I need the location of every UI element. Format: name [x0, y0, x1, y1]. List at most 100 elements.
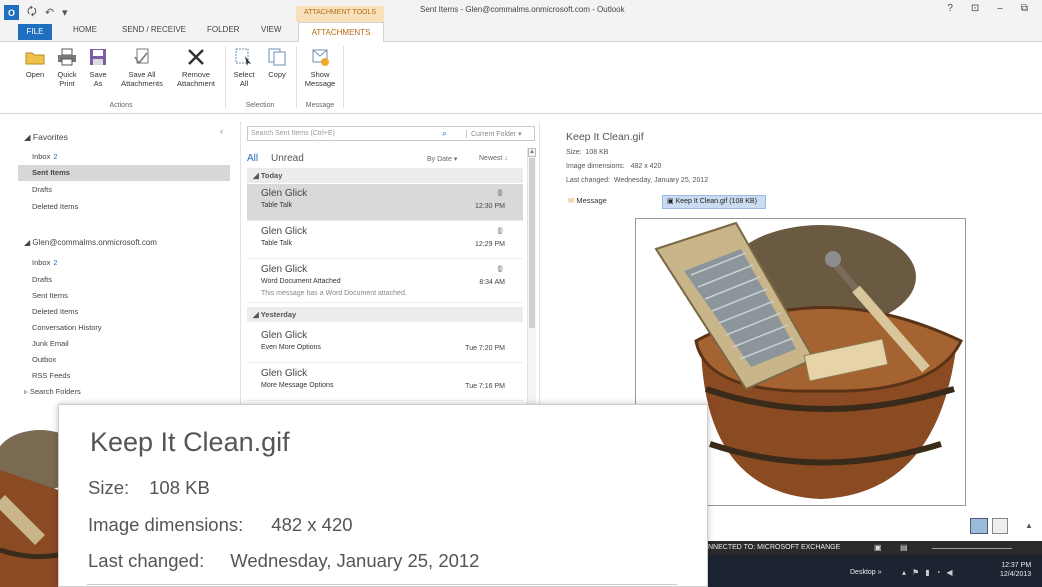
tab-folder[interactable]: FOLDER	[207, 25, 239, 34]
folder-rss-feeds[interactable]: RSS Feeds	[32, 371, 70, 380]
minimize-button[interactable]: –	[997, 3, 1003, 14]
folder-label: Sent Items	[32, 168, 70, 177]
sort-by-dropdown[interactable]: By Date ▾	[427, 155, 457, 163]
folder-drafts[interactable]: Drafts	[32, 275, 52, 284]
save-disk-icon	[87, 46, 109, 68]
folder-label: Deleted Items	[32, 307, 79, 316]
message-sender: Glen Glick	[261, 368, 308, 379]
group-label: Today	[260, 171, 283, 180]
save-all-label-2: Attachments	[121, 79, 163, 88]
folder-junk-email[interactable]: Junk Email	[32, 339, 69, 348]
system-tray-icons[interactable]: ▴⚑▮◔◀	[902, 568, 959, 577]
open-button[interactable]: Open	[22, 46, 48, 79]
tab-attachments[interactable]: ATTACHMENTS	[298, 22, 384, 43]
window-title: Sent Items - Glen@commalms.onmicrosoft.c…	[420, 5, 625, 14]
show-message-button[interactable]: Show Message	[300, 46, 340, 88]
message-tab-label: Message	[576, 196, 607, 205]
people-pane-toggle-icon[interactable]	[992, 518, 1008, 534]
attachment-dimensions: Image dimensions: 482 x 420	[566, 163, 661, 170]
changed-label: Last changed:	[566, 177, 610, 184]
zoom-slider[interactable]	[932, 548, 1012, 549]
save-as-button[interactable]: Save As	[86, 46, 110, 88]
tab-file[interactable]: FILE	[18, 24, 52, 40]
group-header-today[interactable]: ◢ Today	[247, 168, 523, 183]
message-subject: Table Talk	[261, 240, 293, 247]
window-controls: ? ⊡ – ⧉	[947, 3, 1028, 14]
sort-order-label: Newest	[479, 155, 503, 162]
fav-folder-deleted-items[interactable]: Deleted Items	[32, 202, 78, 211]
message-item[interactable]: Glen Glick Word Document Attached This m…	[247, 260, 523, 303]
sort-order-toggle[interactable]: Newest ↓	[479, 155, 508, 162]
ribbon-separator	[296, 46, 297, 108]
undo-icon[interactable]: ↶	[45, 6, 54, 19]
search-placeholder: Search Sent Items (Ctrl+E)	[251, 130, 335, 137]
favorites-header[interactable]: ◢ Favorites	[24, 132, 68, 143]
filter-unread[interactable]: Unread	[271, 153, 304, 164]
group-header-yesterday[interactable]: ◢ Yesterday	[247, 307, 523, 322]
attachment-tab-label: Keep It Clean.gif (108 KB)	[675, 198, 757, 205]
quick-print-button[interactable]: Quick Print	[52, 46, 82, 88]
clock-time: 12:37 PM	[1001, 562, 1032, 569]
fav-folder-drafts[interactable]: Drafts	[32, 185, 52, 194]
windows-taskbar: Desktop » ▴⚑▮◔◀ 12:37 PM 12/4/2013	[700, 555, 1042, 587]
people-pane-photo-icon[interactable]	[970, 518, 988, 534]
fav-folder-sent-items[interactable]: Sent Items	[32, 168, 70, 177]
taskbar-clock[interactable]: 12:37 PM 12/4/2013	[1000, 561, 1031, 579]
normal-view-icon[interactable]: ▣	[874, 543, 882, 552]
customize-qat-icon[interactable]: ▾	[62, 6, 68, 19]
message-list-scrollbar[interactable]: ▲	[527, 148, 536, 412]
tab-home[interactable]: HOME	[73, 25, 97, 34]
folder-deleted-items[interactable]: Deleted Items	[32, 307, 78, 316]
ribbon-separator	[225, 46, 226, 108]
status-bar: NNECTED TO: MICROSOFT EXCHANGE ▣ ▤	[700, 541, 1042, 555]
message-sender: Glen Glick	[261, 188, 308, 199]
tab-send-receive[interactable]: SEND / RECEIVE	[122, 25, 186, 34]
reading-view-icon[interactable]: ▤	[900, 543, 908, 552]
filter-all[interactable]: All	[247, 153, 258, 164]
copy-button[interactable]: Copy	[263, 46, 291, 79]
people-pane-expand-icon[interactable]: ▲	[1025, 521, 1033, 530]
folder-search-folders[interactable]: ▹ Search Folders	[24, 387, 81, 396]
remove-attachment-button[interactable]: Remove Attachment	[172, 46, 220, 88]
back-to-message-tab[interactable]: ✉ Message	[568, 196, 607, 205]
message-item[interactable]: Glen Glick Table Talk 𝟘 12:30 PM	[247, 184, 523, 221]
scrollbar-thumb[interactable]	[529, 158, 535, 328]
folder-label: Search Folders	[29, 387, 81, 396]
message-item[interactable]: Glen Glick Table Talk 𝟘 12:29 PM	[247, 222, 523, 259]
account-header[interactable]: ◢ Glen@commalms.onmicrosoft.com	[24, 238, 157, 247]
restore-button[interactable]: ⧉	[1021, 3, 1028, 14]
outlook-app-icon[interactable]: O	[4, 5, 19, 20]
callout-size-label: Size:	[88, 477, 130, 498]
connection-status: NNECTED TO: MICROSOFT EXCHANGE	[708, 544, 841, 551]
folder-label: Drafts	[32, 185, 53, 194]
folder-outbox[interactable]: Outbox	[32, 355, 56, 364]
message-item[interactable]: Glen Glick Even More Options Tue 7:20 PM	[247, 326, 523, 363]
help-button[interactable]: ?	[947, 3, 953, 14]
folder-label: Sent Items	[32, 291, 68, 300]
send-receive-all-icon[interactable]: 🗘	[27, 3, 37, 22]
folder-inbox[interactable]: Inbox 2	[32, 258, 58, 267]
fav-folder-inbox[interactable]: Inbox 2	[32, 152, 58, 161]
collapse-folder-pane-icon[interactable]: ‹	[220, 126, 223, 136]
message-item[interactable]: Glen Glick More Message Options Tue 7:16…	[247, 364, 523, 401]
attachment-tab[interactable]: ▣ Keep It Clean.gif (108 KB)	[662, 195, 766, 209]
search-input[interactable]: Search Sent Items (Ctrl+E) ⌕ Current Fol…	[247, 126, 535, 141]
folder-label: RSS Feeds	[32, 371, 71, 380]
select-all-button[interactable]: Select All	[229, 46, 259, 88]
ribbon-display-options-button[interactable]: ⊡	[971, 3, 979, 14]
folder-sent-items[interactable]: Sent Items	[32, 291, 68, 300]
folder-conversation-history[interactable]: Conversation History	[32, 323, 102, 332]
callout-dims-label: Image dimensions:	[88, 514, 244, 535]
scroll-up-arrow-icon[interactable]: ▲	[528, 148, 536, 157]
save-all-attachments-button[interactable]: Save All Attachments	[114, 46, 170, 88]
quick-print-label-2: Print	[59, 79, 75, 88]
callout-changed-value: Wednesday, January 25, 2012	[230, 550, 480, 571]
search-scope-dropdown[interactable]: Current Folder ▾	[466, 130, 522, 138]
save-as-label-2: As	[93, 79, 103, 88]
desktop-toolbar-label[interactable]: Desktop »	[850, 569, 882, 576]
save-as-label-1: Save	[89, 70, 107, 79]
message-time: Tue 7:20 PM	[465, 345, 505, 352]
search-icon[interactable]: ⌕	[442, 128, 447, 139]
callout-changed-label: Last changed:	[88, 550, 205, 571]
tab-view[interactable]: VIEW	[261, 25, 281, 34]
